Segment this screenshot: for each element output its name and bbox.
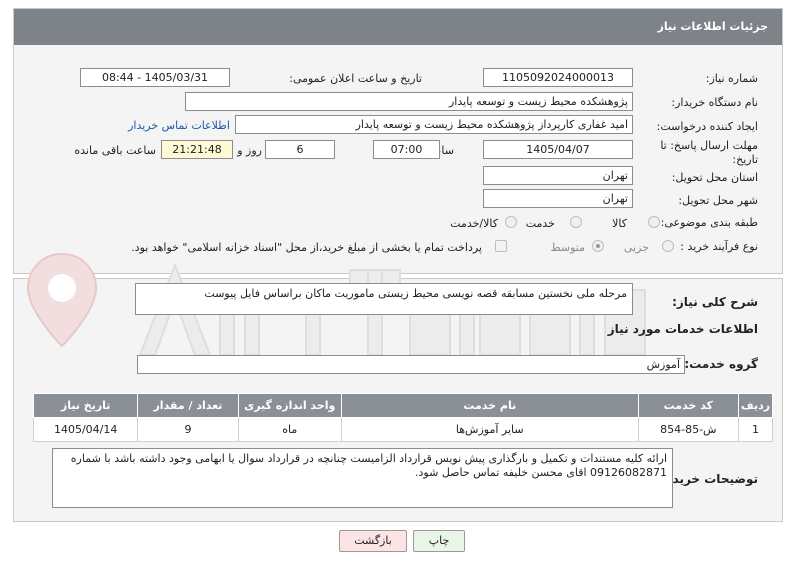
service-group-field: آموزش bbox=[137, 355, 685, 374]
remaining-time-field: 21:21:48 bbox=[161, 140, 233, 159]
print-button[interactable]: چاپ bbox=[413, 530, 465, 552]
province-field: تهران bbox=[483, 166, 633, 185]
announce-field: 1405/03/31 - 08:44 bbox=[80, 68, 230, 87]
services-title: اطلاعات خدمات مورد نیاز bbox=[607, 322, 758, 336]
summary-field: مرحله ملی نخستین مسابقه قصه نویسی محیط ز… bbox=[135, 283, 633, 315]
cell-quantity: 9 bbox=[137, 417, 239, 442]
back-button[interactable]: بازگشت bbox=[339, 530, 407, 552]
col-unit: واحد اندازه گیری bbox=[237, 393, 342, 418]
category-radio-goods-service[interactable] bbox=[505, 216, 517, 228]
category-option-service: خدمت bbox=[525, 217, 555, 230]
cell-service-code: ش-85-854 bbox=[637, 417, 739, 442]
category-option-goods: کالا bbox=[612, 217, 627, 230]
col-row: ردیف bbox=[737, 393, 774, 418]
province-label: استان محل تحویل: bbox=[671, 171, 758, 184]
col-need-date: تاریخ نیاز bbox=[32, 393, 139, 418]
cell-unit: ماه bbox=[237, 417, 342, 442]
requester-label: ایجاد کننده درخواست: bbox=[656, 120, 758, 133]
cell-service-name: سایر آموزش‌ها bbox=[340, 417, 639, 442]
process-option-medium: متوسط bbox=[550, 241, 585, 254]
remaining-days-field: 6 bbox=[265, 140, 335, 159]
buyer-notes-field: ارائه کلیه مستندات و تکمیل و بارگذاری پی… bbox=[52, 448, 673, 508]
deadline-label: مهلت ارسال پاسخ: تا تاریخ: bbox=[660, 139, 758, 166]
process-option-minor: جزیی bbox=[623, 241, 649, 254]
col-service-name: نام خدمت bbox=[340, 393, 639, 418]
requester-field: امید غفاری کارپرداز پژوهشکده محیط زیست و… bbox=[235, 115, 633, 134]
days-label: روز و bbox=[237, 144, 262, 157]
cell-need-date: 1405/04/14 bbox=[32, 417, 139, 442]
city-label: شهر محل تحویل: bbox=[678, 194, 758, 207]
services-table: ردیف کد خدمت نام خدمت واحد اندازه گیری ت… bbox=[32, 393, 774, 442]
process-radio-medium[interactable] bbox=[592, 240, 604, 252]
service-group-label: گروه خدمت: bbox=[684, 357, 758, 371]
category-option-goods-service: کالا/خدمت bbox=[450, 217, 498, 230]
remaining-label: ساعت باقی مانده bbox=[74, 144, 156, 157]
cell-row: 1 bbox=[737, 417, 774, 442]
table-row: 1 ش-85-854 سایر آموزش‌ها ماه 9 1405/04/1… bbox=[32, 417, 774, 442]
category-radio-goods[interactable] bbox=[648, 216, 660, 228]
process-radio-minor[interactable] bbox=[662, 240, 674, 252]
deadline-time-field: 07:00 bbox=[373, 140, 440, 159]
category-radio-service[interactable] bbox=[570, 216, 582, 228]
col-quantity: تعداد / مقدار bbox=[137, 393, 239, 418]
city-field: تهران bbox=[483, 189, 633, 208]
need-number-label: شماره نیاز: bbox=[705, 72, 758, 85]
announce-label: تاریخ و ساعت اعلان عمومی: bbox=[289, 72, 422, 85]
category-label: طبقه بندی موضوعی: bbox=[660, 216, 758, 229]
buyer-org-label: نام دستگاه خریدار: bbox=[671, 96, 758, 109]
process-label: نوع فرآیند خرید : bbox=[680, 240, 758, 253]
treasury-checkbox[interactable] bbox=[495, 240, 507, 252]
need-number-field: 1105092024000013 bbox=[483, 68, 633, 87]
col-service-code: کد خدمت bbox=[637, 393, 739, 418]
summary-label: شرح کلی نیاز: bbox=[672, 295, 758, 309]
treasury-note: پرداخت تمام یا بخشی از مبلغ خرید،از محل … bbox=[131, 241, 482, 254]
buyer-contact-link[interactable]: اطلاعات تماس خریدار bbox=[128, 119, 230, 132]
buyer-org-field: پژوهشکده محیط زیست و توسعه پایدار bbox=[185, 92, 633, 111]
map-pin-watermark-icon bbox=[26, 252, 98, 348]
page-header: جزئیات اطلاعات نیاز bbox=[14, 9, 782, 45]
deadline-date-field: 1405/04/07 bbox=[483, 140, 633, 159]
services-table-header: ردیف کد خدمت نام خدمت واحد اندازه گیری ت… bbox=[32, 393, 774, 418]
